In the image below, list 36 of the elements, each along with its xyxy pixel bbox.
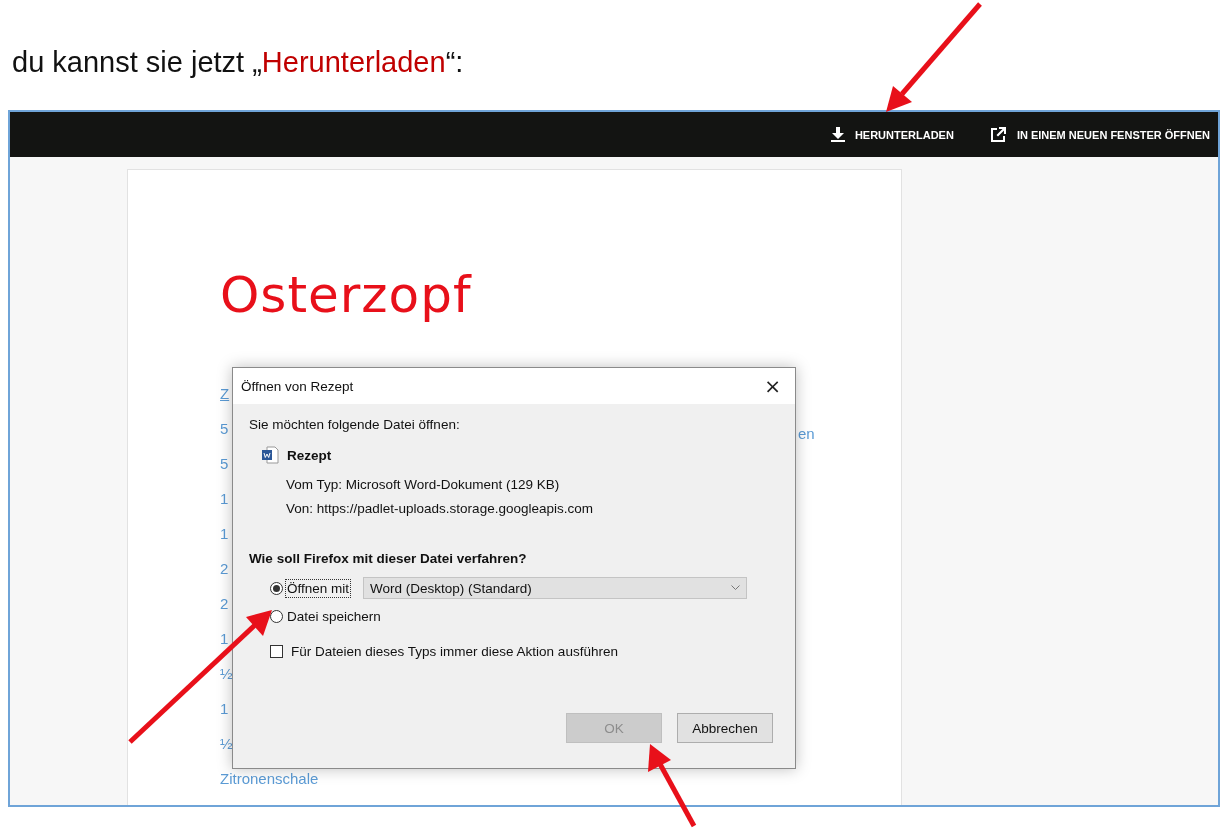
ingredient-text: 1 bbox=[220, 629, 229, 649]
download-icon bbox=[830, 127, 845, 142]
word-document-icon bbox=[261, 446, 279, 464]
open-window-button[interactable]: IN EINEM NEUEN FENSTER ÖFFNEN bbox=[987, 124, 1212, 145]
radio-label[interactable]: Datei speichern bbox=[285, 607, 383, 626]
ingredient-text: 1 bbox=[220, 489, 229, 509]
file-name: Rezept bbox=[287, 447, 332, 463]
application-dropdown[interactable]: Word (Desktop) (Standard) bbox=[363, 577, 748, 599]
dialog-title: Öffnen von Rezept bbox=[241, 378, 354, 394]
ingredient-text: ½ bbox=[220, 664, 233, 684]
question-text: Wie soll Firefox mit dieser Datei verfahren? bbox=[249, 551, 528, 566]
radio-button[interactable] bbox=[270, 610, 283, 623]
radio-label[interactable]: Öffnen mit bbox=[285, 578, 352, 598]
ingredient-text: 5 bbox=[220, 419, 229, 439]
ingredient-text: Zitronenschale bbox=[220, 769, 319, 789]
ingredient-text: Z bbox=[220, 384, 230, 404]
chevron-down-icon bbox=[731, 585, 741, 591]
ingredient-text: 2 bbox=[220, 594, 229, 614]
radio-button[interactable] bbox=[270, 581, 283, 595]
ingredient-text: ½ bbox=[220, 734, 233, 754]
checkbox[interactable] bbox=[270, 645, 283, 658]
ingredient-text: en bbox=[798, 425, 815, 442]
document-title: Osterzopf bbox=[219, 265, 473, 326]
dialog-message: Sie möchten folgende Datei öffnen: bbox=[249, 417, 461, 432]
close-button[interactable]: × bbox=[760, 374, 785, 398]
ingredient-text: 5 bbox=[220, 454, 229, 474]
ingredient-text: 2 bbox=[220, 559, 229, 579]
checkbox-label[interactable]: Für Dateien dieses Typs immer diese Aktion ausführen bbox=[291, 644, 618, 659]
cancel-button[interactable]: Abbrechen bbox=[677, 713, 773, 743]
file-type-text: Vom Typ: Microsoft Word-Dokument (129 KB) bbox=[286, 476, 561, 494]
ingredient-text: 1 bbox=[220, 699, 229, 719]
instruction-text: du kannst sie jetzt „Herunterladen“: bbox=[12, 46, 465, 79]
file-source-text: Von: https://padlet-uploads.storage.googleapis.com bbox=[286, 500, 594, 518]
external-link-icon bbox=[989, 126, 1007, 143]
download-button[interactable]: HERUNTERLADEN bbox=[828, 125, 956, 144]
ingredient-text: 1 bbox=[220, 524, 229, 544]
